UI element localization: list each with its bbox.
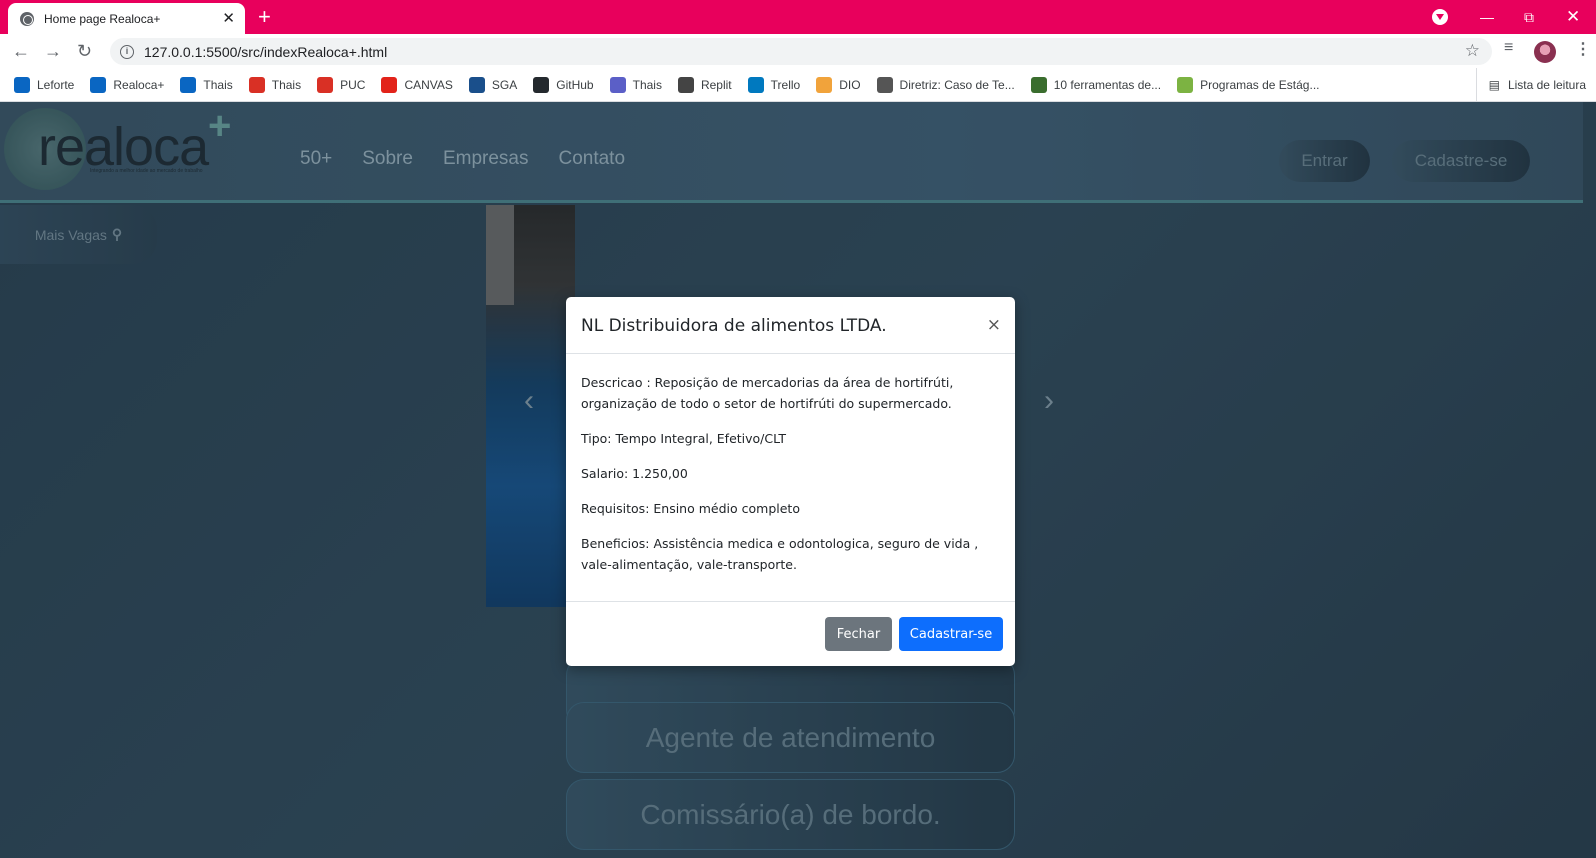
browser-toolbar: ← → ↻ i 127.0.0.1:5500/src/indexRealoca+… — [0, 34, 1596, 68]
bookmark-item[interactable]: Realoca+ — [90, 76, 165, 93]
bookmark-label: Thais — [271, 77, 302, 92]
bookmark-favicon-icon — [533, 76, 550, 93]
bookmark-favicon-icon — [747, 76, 764, 93]
bookmark-item[interactable]: SGA — [468, 76, 518, 93]
bookmark-item[interactable]: Replit — [677, 76, 732, 93]
bookmark-label: Thais — [203, 77, 233, 92]
profile-menu-icon[interactable] — [1432, 9, 1448, 25]
bookmark-item[interactable]: PUC — [317, 76, 366, 93]
bookmark-item[interactable]: Thais — [248, 76, 302, 93]
window-close-icon[interactable]: ✕ — [1566, 0, 1580, 34]
bookmark-favicon-icon — [468, 76, 485, 93]
reading-list-button[interactable]: ▤ Lista de leitura — [1475, 68, 1586, 102]
bookmark-label: 10 ferramentas de... — [1053, 77, 1162, 92]
bookmark-item[interactable]: Trello — [747, 76, 801, 93]
reading-list-label: Lista de leitura — [1507, 78, 1586, 92]
job-salary: Salario: 1.250,00 — [581, 466, 688, 481]
apply-button[interactable]: Cadastrar-se — [899, 617, 1003, 651]
back-icon[interactable]: ← — [12, 40, 30, 62]
modal-header: NL Distribuidora de alimentos LTDA. × — [566, 297, 1015, 354]
reload-icon[interactable]: ↻ — [77, 40, 92, 62]
bookmark-star-icon[interactable]: ☆ — [1465, 41, 1480, 61]
bookmark-item[interactable]: CANVAS — [381, 76, 453, 93]
bookmark-label: SGA — [491, 77, 518, 92]
bookmark-item[interactable]: Thais — [180, 76, 233, 93]
media-control-icon[interactable]: ≡ — [1504, 39, 1513, 57]
tab-title: Home page Realoca+ — [44, 11, 161, 26]
new-tab-button[interactable]: + — [258, 4, 271, 30]
modal-body: Descricao : Reposição de mercadorias da … — [581, 372, 1001, 589]
bookmark-label: Diretriz: Caso de Te... — [899, 77, 1015, 92]
job-type: Tipo: Tempo Integral, Efetivo/CLT — [581, 431, 787, 446]
bookmark-favicon-icon — [248, 76, 265, 93]
browser-tab-bar: Home page Realoca+ ✕ + — ⧉ ✕ — [0, 0, 1596, 34]
bookmark-label: DIO — [839, 77, 861, 92]
avatar[interactable] — [1534, 41, 1556, 63]
bookmark-favicon-icon — [381, 76, 398, 93]
bookmark-item[interactable]: 10 ferramentas de... — [1030, 76, 1162, 93]
bookmark-label: GitHub — [556, 77, 594, 92]
tab-close-icon[interactable]: ✕ — [222, 11, 235, 26]
bookmark-favicon-icon — [816, 76, 833, 93]
bookmark-label: Programas de Estág... — [1200, 77, 1320, 92]
close-button[interactable]: Fechar — [825, 617, 892, 651]
minimize-icon[interactable]: — — [1480, 0, 1494, 34]
bookmark-favicon-icon — [317, 76, 334, 93]
reading-list-icon: ▤ — [1488, 78, 1500, 92]
bookmark-favicon-icon — [90, 76, 107, 93]
bookmark-favicon-icon — [876, 76, 893, 93]
forward-icon[interactable]: → — [44, 40, 62, 62]
bookmark-item[interactable]: GitHub — [533, 76, 594, 93]
bookmark-favicon-icon — [677, 76, 694, 93]
globe-icon — [20, 11, 34, 26]
job-benefits: Beneficios: Assistência medica e odontol… — [581, 536, 979, 572]
bookmark-favicon-icon — [1030, 76, 1047, 93]
bookmark-item[interactable]: Diretriz: Caso de Te... — [876, 76, 1015, 93]
address-bar[interactable]: i 127.0.0.1:5500/src/indexRealoca+.html … — [110, 38, 1492, 65]
bookmark-favicon-icon — [14, 76, 30, 93]
modal-title: NL Distribuidora de alimentos LTDA. — [581, 316, 887, 336]
bookmark-favicon-icon — [180, 76, 197, 93]
restore-icon[interactable]: ⧉ — [1524, 0, 1534, 34]
job-requirements: Requisitos: Ensino médio completo — [581, 501, 800, 516]
bookmark-label: Replit — [700, 77, 732, 92]
bookmark-favicon-icon — [1177, 76, 1194, 93]
info-icon[interactable]: i — [120, 44, 134, 59]
url-text: 127.0.0.1:5500/src/indexRealoca+.html — [144, 43, 388, 60]
job-description: Descricao : Reposição de mercadorias da … — [581, 375, 954, 411]
bookmark-label: Trello — [770, 77, 801, 92]
bookmark-label: CANVAS — [404, 77, 453, 92]
bookmark-label: Leforte — [37, 77, 75, 92]
menu-kebab-icon[interactable]: ⋮ — [1575, 39, 1591, 59]
modal-close-icon[interactable]: × — [987, 317, 1001, 334]
bookmark-item[interactable]: Leforte — [14, 76, 75, 93]
bookmark-favicon-icon — [609, 76, 626, 93]
bookmark-item[interactable]: DIO — [816, 76, 861, 93]
bookmark-label: Realoca+ — [113, 77, 165, 92]
bookmark-item[interactable]: Programas de Estág... — [1177, 76, 1320, 93]
bookmarks-bar: Leforte Realoca+ Thais Thais PUC CANVAS SGA Git… — [0, 68, 1596, 102]
modal-footer: Fechar Cadastrar-se — [566, 601, 1015, 666]
browser-tab[interactable]: Home page Realoca+ ✕ — [8, 3, 245, 34]
bookmark-label: PUC — [340, 77, 366, 92]
bookmark-item[interactable]: Thais — [609, 76, 662, 93]
job-details-modal: NL Distribuidora de alimentos LTDA. × De… — [566, 297, 1015, 666]
bookmark-label: Thais — [632, 77, 662, 92]
